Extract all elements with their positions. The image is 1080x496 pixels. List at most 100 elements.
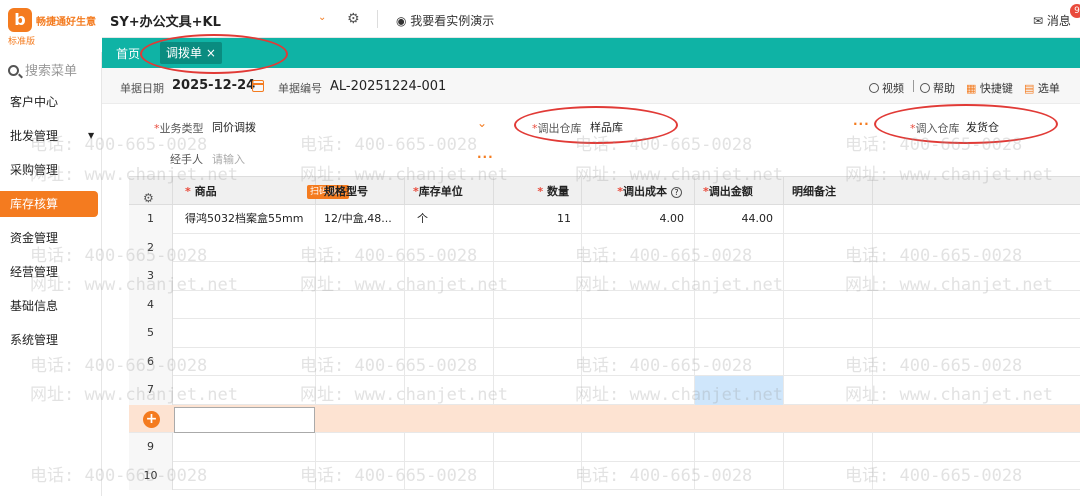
cell-unit[interactable] xyxy=(405,461,494,490)
cell-qty[interactable] xyxy=(494,433,582,462)
cell-cost[interactable] xyxy=(582,319,695,348)
cell-cost[interactable] xyxy=(582,347,695,376)
handler-more-button[interactable]: ··· xyxy=(477,150,494,164)
cell-product[interactable] xyxy=(173,319,316,348)
handler-input[interactable]: 请输入 xyxy=(212,151,245,167)
number-value[interactable]: AL-20251224-001 xyxy=(330,79,446,94)
cell-amount[interactable] xyxy=(695,290,784,319)
cell-qty[interactable] xyxy=(494,319,582,348)
cell-qty[interactable] xyxy=(494,347,582,376)
calendar-icon[interactable] xyxy=(252,80,264,92)
chevron-down-icon[interactable]: ⌄ xyxy=(318,12,328,23)
cell-spec[interactable] xyxy=(316,347,405,376)
cell-product[interactable] xyxy=(173,233,316,262)
sidebar-item-operations[interactable]: 经营管理 xyxy=(0,259,98,285)
table-row[interactable]: 4 xyxy=(129,290,1080,319)
cell-cost[interactable] xyxy=(582,262,695,291)
sidebar-item-purchase[interactable]: 采购管理 xyxy=(0,157,98,183)
product-edit-input[interactable] xyxy=(174,406,315,433)
table-row[interactable]: 6 xyxy=(129,347,1080,376)
out-warehouse-more-button[interactable]: ··· xyxy=(853,117,870,131)
cell-amount[interactable] xyxy=(695,433,784,462)
cell-remark[interactable] xyxy=(784,461,873,490)
cell-product[interactable] xyxy=(173,347,316,376)
cell-amount[interactable] xyxy=(695,319,784,348)
cell-qty[interactable] xyxy=(494,233,582,262)
menu-search[interactable]: 搜索菜单 xyxy=(8,60,77,79)
cell-spec[interactable] xyxy=(316,433,405,462)
cell-remark[interactable] xyxy=(784,262,873,291)
cell-product[interactable] xyxy=(173,290,316,319)
cell-cost[interactable] xyxy=(582,233,695,262)
add-row[interactable]: + xyxy=(129,404,1080,433)
cell-amount[interactable] xyxy=(695,347,784,376)
cell-cost[interactable] xyxy=(582,461,695,490)
cell-cost[interactable] xyxy=(582,376,695,405)
cell-unit[interactable] xyxy=(405,290,494,319)
help-button[interactable]: 帮助 xyxy=(920,80,955,96)
cell-spec[interactable] xyxy=(316,376,405,405)
shortcut-button[interactable]: ▦ 快捷键 xyxy=(966,80,1013,96)
cell-spec[interactable] xyxy=(316,319,405,348)
sidebar-item-system[interactable]: 系统管理 xyxy=(0,327,98,353)
table-row[interactable]: 7 xyxy=(129,376,1080,405)
logo[interactable]: b 畅捷通好生意 标准版 xyxy=(0,0,102,52)
cell-remark[interactable] xyxy=(784,205,873,234)
cell-product[interactable] xyxy=(173,376,316,405)
sidebar-item-inventory[interactable]: 库存核算 xyxy=(0,191,98,217)
table-row[interactable]: 9 xyxy=(129,433,1080,462)
cell-remark[interactable] xyxy=(784,347,873,376)
sidebar-item-basic-info[interactable]: 基础信息 xyxy=(0,293,98,319)
cell-amount[interactable]: 44.00 xyxy=(695,205,784,234)
grid-settings-cell[interactable]: ⚙ xyxy=(129,177,173,206)
cell-product[interactable] xyxy=(173,262,316,291)
cell-unit[interactable]: 个 xyxy=(405,205,494,234)
cell-remark[interactable] xyxy=(784,376,873,405)
cell-remark[interactable] xyxy=(784,319,873,348)
cell-unit[interactable] xyxy=(405,262,494,291)
cell-unit[interactable] xyxy=(405,347,494,376)
business-type-value[interactable]: 同价调拨 xyxy=(212,119,256,135)
plus-icon[interactable]: + xyxy=(143,410,160,428)
select-order-button[interactable]: ▤ 选单 xyxy=(1024,80,1060,96)
cell-unit[interactable] xyxy=(405,319,494,348)
table-row[interactable]: 3 xyxy=(129,262,1080,291)
table-row[interactable]: 5 xyxy=(129,319,1080,348)
video-button[interactable]: 视频 xyxy=(869,80,904,96)
tab-home[interactable]: 首页 xyxy=(116,45,140,62)
cell-spec[interactable] xyxy=(316,461,405,490)
company-selector[interactable]: SY+办公文具+KL xyxy=(110,11,221,30)
cell-unit[interactable] xyxy=(405,433,494,462)
cell-spec[interactable] xyxy=(316,290,405,319)
help-icon[interactable]: ? xyxy=(671,187,682,198)
demo-link[interactable]: ◉ 我要看实例演示 xyxy=(396,12,494,29)
gear-icon[interactable]: ⚙ xyxy=(347,11,360,27)
cell-remark[interactable] xyxy=(784,233,873,262)
table-row[interactable]: 2 xyxy=(129,233,1080,262)
cell-product[interactable] xyxy=(173,461,316,490)
cell-spec[interactable]: 12/中盒,48... xyxy=(316,205,405,234)
sidebar-item-customer[interactable]: 客户中心 xyxy=(0,89,98,115)
cell-remark[interactable] xyxy=(784,433,873,462)
cell-unit[interactable] xyxy=(405,233,494,262)
cell-product[interactable]: 得鸿5032档案盒55mm xyxy=(173,205,316,234)
cell-qty[interactable] xyxy=(494,262,582,291)
cell-cost[interactable] xyxy=(582,433,695,462)
cell-qty[interactable]: 11 xyxy=(494,205,582,234)
cell-amount[interactable] xyxy=(695,461,784,490)
messages-button[interactable]: ✉ 消息 xyxy=(1033,12,1071,29)
cell-spec[interactable] xyxy=(316,233,405,262)
cell-spec[interactable] xyxy=(316,262,405,291)
table-row[interactable]: 1 得鸿5032档案盒55mm 12/中盒,48... 个 11 4.00 44… xyxy=(129,205,1080,234)
table-row[interactable]: 10 xyxy=(129,461,1080,490)
sidebar-item-funds[interactable]: 资金管理 xyxy=(0,225,98,251)
cell-product[interactable] xyxy=(173,433,316,462)
cell-amount[interactable] xyxy=(695,233,784,262)
chevron-down-icon[interactable]: ⌄ xyxy=(477,116,487,130)
date-value[interactable]: 2025-12-24 xyxy=(172,78,255,93)
cell-cost[interactable] xyxy=(582,290,695,319)
cell-unit[interactable] xyxy=(405,376,494,405)
cell-amount-selected[interactable] xyxy=(695,376,784,405)
cell-qty[interactable] xyxy=(494,376,582,405)
cell-amount[interactable] xyxy=(695,262,784,291)
